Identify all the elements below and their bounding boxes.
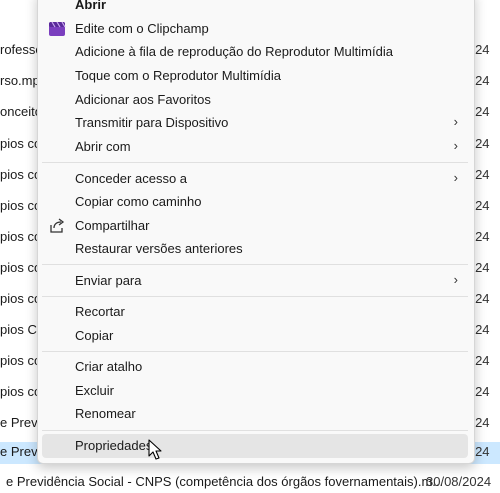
menu-item-label: Propriedades xyxy=(75,438,153,453)
menu-item-label: Edite com o Clipchamp xyxy=(75,21,209,36)
file-name: pios co xyxy=(0,229,42,244)
file-name: rso.mp xyxy=(0,73,40,88)
menu-item-label: Excluir xyxy=(75,383,115,398)
menu-item-label: Transmitir para Dispositivo xyxy=(75,115,229,130)
menu-item-label: Abrir xyxy=(75,0,107,12)
submenu-arrow-icon: › xyxy=(453,272,458,287)
menu-item-label: Renomear xyxy=(75,406,136,421)
menu-item-label: Enviar para xyxy=(75,273,142,288)
menu-item-properties[interactable]: Propriedades xyxy=(42,434,468,458)
file-name: pios co xyxy=(0,384,42,399)
menu-item-restore[interactable]: Restaurar versões anteriores xyxy=(42,237,468,261)
clipchamp-icon xyxy=(48,20,66,38)
file-name: pios co xyxy=(0,167,42,182)
file-name: onceito xyxy=(0,104,42,119)
menu-item-label: Recortar xyxy=(75,304,125,319)
menu-separator xyxy=(42,296,468,297)
file-name: pios co xyxy=(0,198,42,213)
menu-item-label: Restaurar versões anteriores xyxy=(75,241,243,256)
file-name: pios co xyxy=(0,136,42,151)
menu-item-label: Copiar como caminho xyxy=(75,194,202,209)
menu-item-open[interactable]: Abrir xyxy=(42,0,468,17)
menu-item-label: Adicionar aos Favoritos xyxy=(75,92,211,107)
file-name: e Previ xyxy=(0,415,41,430)
menu-separator xyxy=(42,162,468,163)
menu-item-add-favorites[interactable]: Adicionar aos Favoritos xyxy=(42,88,468,112)
file-name: pios co xyxy=(0,353,42,368)
menu-item-delete[interactable]: Excluir xyxy=(42,379,468,403)
submenu-arrow-icon: › xyxy=(453,114,458,129)
menu-item-cast[interactable]: Transmitir para Dispositivo › xyxy=(42,111,468,135)
file-name: e Previdência Social - CNPS (competência… xyxy=(6,474,444,489)
file-row[interactable]: e Previdência Social - CNPS (competência… xyxy=(0,474,500,493)
menu-item-copy-path[interactable]: Copiar como caminho xyxy=(42,190,468,214)
menu-item-label: Criar atalho xyxy=(75,359,143,374)
menu-separator xyxy=(42,430,468,431)
file-name: pios co xyxy=(0,260,42,275)
submenu-arrow-icon: › xyxy=(453,138,458,153)
menu-item-cut[interactable]: Recortar xyxy=(42,300,468,324)
menu-item-share[interactable]: Compartilhar xyxy=(42,214,468,238)
menu-item-grant-access[interactable]: Conceder acesso a › xyxy=(42,167,468,191)
menu-item-clipchamp[interactable]: Edite com o Clipchamp xyxy=(42,17,468,41)
file-date: 30/08/2024 xyxy=(426,474,492,489)
share-icon xyxy=(48,217,66,235)
submenu-arrow-icon: › xyxy=(453,170,458,185)
mouse-cursor-icon xyxy=(148,439,164,461)
context-menu: Abrir Edite com o Clipchamp Adicione à f… xyxy=(37,0,475,464)
menu-item-copy[interactable]: Copiar xyxy=(42,324,468,348)
menu-item-send-to[interactable]: Enviar para › xyxy=(42,269,468,293)
menu-item-add-queue[interactable]: Adicione à fila de reprodução do Reprodu… xyxy=(42,40,468,64)
menu-separator xyxy=(42,351,468,352)
menu-item-play-with[interactable]: Toque com o Reprodutor Multimídia xyxy=(42,64,468,88)
menu-item-open-with[interactable]: Abrir com › xyxy=(42,135,468,159)
menu-item-label: Compartilhar xyxy=(75,218,150,233)
file-name: e Previ xyxy=(0,444,41,459)
menu-item-label: Toque com o Reprodutor Multimídia xyxy=(75,68,281,83)
menu-item-create-shortcut[interactable]: Criar atalho xyxy=(42,355,468,379)
menu-separator xyxy=(42,264,468,265)
menu-item-label: Adicione à fila de reprodução do Reprodu… xyxy=(75,44,393,59)
file-name: pios co xyxy=(0,291,42,306)
menu-item-label: Abrir com xyxy=(75,139,131,154)
menu-item-rename[interactable]: Renomear xyxy=(42,402,468,426)
menu-item-label: Conceder acesso a xyxy=(75,171,188,186)
menu-item-label: Copiar xyxy=(75,328,114,343)
file-name: pios C xyxy=(0,322,37,337)
